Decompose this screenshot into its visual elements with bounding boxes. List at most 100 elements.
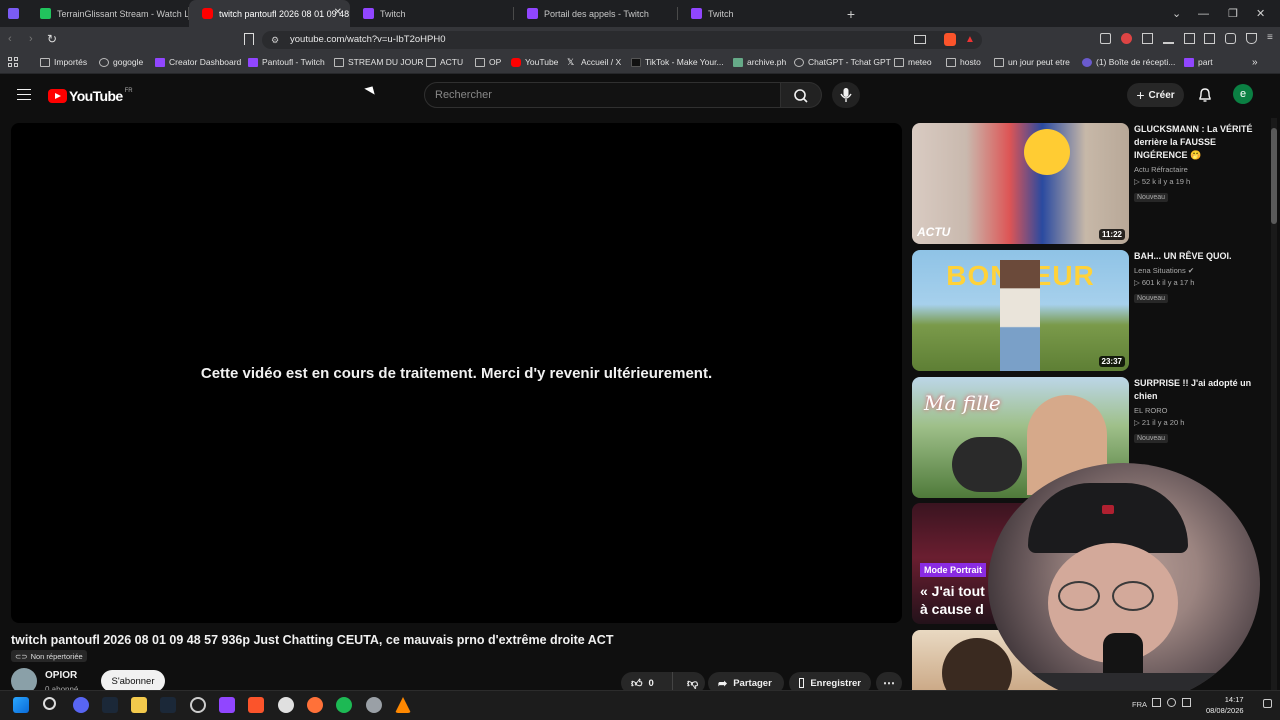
voice-search-button[interactable] bbox=[832, 82, 860, 108]
tab-search-chevron-icon[interactable]: ⌄ bbox=[1172, 0, 1188, 27]
recommendation-title: SURPRISE !! J'ai adopté un chien bbox=[1134, 378, 1252, 401]
leo-icon[interactable] bbox=[1225, 33, 1237, 44]
bookmark-item[interactable]: ChatGPT - Tchat GPT bbox=[794, 57, 891, 67]
tab-youtube-active[interactable]: twitch pantoufl 2026 08 01 09 48 ✕ bbox=[189, 0, 350, 27]
duration-badge: 11:22 bbox=[1098, 229, 1125, 240]
screen: { "browser": { "tabs": [ {"title": "Terr… bbox=[0, 0, 1280, 720]
bookmark-item[interactable]: part bbox=[1184, 57, 1213, 67]
bookmark-folder[interactable]: meteo bbox=[894, 57, 932, 67]
menu-icon[interactable]: ≡ bbox=[1267, 33, 1278, 44]
vpn-shield-icon[interactable] bbox=[1246, 33, 1258, 44]
tab-title: Portail des appels - Twitch bbox=[544, 8, 649, 19]
bookmark-item[interactable]: gogogle bbox=[99, 57, 143, 67]
bookmark-item[interactable]: Creator Dashboard bbox=[155, 57, 241, 67]
recommendation-meta[interactable]: GLUCKSMANN : La VÉRITÉ derrière la FAUSS… bbox=[1134, 123, 1258, 204]
firefox-icon[interactable] bbox=[307, 697, 323, 713]
video-player[interactable]: Cette vidéo est en cours de traitement. … bbox=[11, 123, 902, 623]
bookmark-folder[interactable]: un jour peut etre bbox=[994, 57, 1070, 67]
search-button[interactable] bbox=[781, 82, 822, 108]
display-icon[interactable] bbox=[1152, 698, 1161, 707]
twitch-icon bbox=[691, 8, 702, 19]
bookmark-folder[interactable]: ACTU bbox=[426, 57, 463, 67]
notifications-button[interactable] bbox=[1198, 87, 1212, 103]
folder-icon bbox=[40, 57, 50, 67]
twitch-taskbar-icon[interactable] bbox=[219, 697, 235, 713]
tab-title: TerrainGlissant Stream - Watch Live o bbox=[57, 8, 189, 19]
video-title: twitch pantoufl 2026 08 01 09 48 57 936p… bbox=[11, 633, 614, 647]
tab-twitch-2[interactable]: Twitch bbox=[678, 0, 841, 27]
brave-taskbar-icon[interactable] bbox=[248, 697, 264, 713]
youtube-play-icon bbox=[48, 89, 67, 103]
sidebar-icon[interactable] bbox=[1183, 33, 1195, 44]
wifi-icon[interactable] bbox=[1167, 698, 1176, 707]
bookmark-folder[interactable]: Importés bbox=[40, 57, 87, 67]
discord-icon[interactable] bbox=[73, 697, 89, 713]
bookmark-folder[interactable]: hosto bbox=[946, 57, 981, 67]
folder-icon bbox=[994, 57, 1004, 67]
volume-icon[interactable] bbox=[1182, 698, 1191, 707]
wallet-icon[interactable] bbox=[1204, 33, 1216, 44]
download-icon[interactable] bbox=[1162, 33, 1174, 44]
search-input[interactable]: Rechercher bbox=[424, 82, 781, 108]
recommendation-meta[interactable]: SURPRISE !! J'ai adopté un chien EL RORO… bbox=[1134, 377, 1258, 445]
recommendation-thumbnail[interactable]: ACTU 11:22 bbox=[912, 123, 1129, 244]
recommendation-thumbnail[interactable]: BONHEUR 23:37 bbox=[912, 250, 1129, 371]
recommendation-meta[interactable]: BAH... UN RÊVE QUOI. Lena Situations ✔ ▷… bbox=[1134, 250, 1258, 305]
bookmark-item[interactable]: TikTok - Make Your... bbox=[631, 57, 724, 67]
bookmark-folder[interactable]: STREAM DU JOUR bbox=[334, 57, 424, 67]
chrome-icon[interactable] bbox=[278, 697, 294, 713]
bookmark-item[interactable]: (1) Boîte de récepti... bbox=[1082, 57, 1175, 67]
hamburger-menu-icon[interactable] bbox=[17, 89, 31, 100]
create-button[interactable]: + Créer bbox=[1127, 83, 1184, 107]
site-info-icon[interactable]: ⚙ bbox=[271, 35, 279, 46]
tab-portail-appels[interactable]: Portail des appels - Twitch bbox=[514, 0, 678, 27]
bookmark-item[interactable]: Pantoufl - Twitch bbox=[248, 57, 325, 67]
minimize-button[interactable]: — bbox=[1198, 0, 1214, 27]
bookmark-item[interactable]: YouTube bbox=[511, 57, 558, 67]
dislike-button[interactable]: 👎︎ bbox=[679, 677, 698, 690]
maximize-button[interactable]: ❐ bbox=[1228, 0, 1244, 27]
bookmark-icon[interactable] bbox=[244, 33, 254, 45]
youtube-icon bbox=[511, 57, 521, 67]
page-scrollbar[interactable] bbox=[1271, 118, 1277, 690]
brave-shield-icon[interactable] bbox=[944, 33, 956, 46]
account-avatar[interactable]: e bbox=[1233, 84, 1253, 104]
extension-icon[interactable] bbox=[1100, 33, 1111, 44]
notification-center-icon[interactable] bbox=[1263, 699, 1272, 708]
close-tab-icon[interactable]: ✕ bbox=[334, 7, 342, 18]
system-clock[interactable]: 14:17 08/08/2026 bbox=[1206, 694, 1244, 716]
bookmark-item[interactable]: 𝕏 Accueil / X bbox=[567, 57, 621, 67]
brave-rewards-icon[interactable]: ▲ bbox=[965, 34, 975, 45]
more-bookmarks-icon[interactable]: » bbox=[1252, 57, 1258, 68]
forward-button[interactable]: › bbox=[29, 33, 33, 45]
channel-name[interactable]: OPIOR bbox=[45, 670, 77, 681]
tab-twitch-1[interactable]: Twitch bbox=[350, 0, 514, 27]
reload-button[interactable]: ↻ bbox=[47, 32, 57, 46]
steam-icon[interactable] bbox=[160, 697, 176, 713]
browser-menu-button[interactable] bbox=[0, 0, 27, 27]
settings-gear-icon[interactable] bbox=[366, 697, 382, 713]
windows-start-icon[interactable] bbox=[13, 697, 29, 713]
verified-icon: ✔ bbox=[1187, 266, 1195, 275]
apps-grid-icon[interactable] bbox=[8, 57, 18, 67]
bookmark-folder[interactable]: OP bbox=[475, 57, 501, 67]
bookmark-item[interactable]: archive.ph bbox=[733, 57, 786, 67]
steam-icon[interactable] bbox=[102, 697, 118, 713]
search-taskbar-icon[interactable] bbox=[43, 697, 56, 710]
keyboard-language[interactable]: FRA bbox=[1132, 700, 1147, 709]
tab-terrainglissant[interactable]: TerrainGlissant Stream - Watch Live o bbox=[27, 0, 189, 27]
puzzle-icon[interactable] bbox=[1141, 33, 1153, 44]
youtube-logo[interactable]: YouTube FR bbox=[48, 88, 133, 104]
file-explorer-icon[interactable] bbox=[131, 697, 147, 713]
spotify-icon[interactable] bbox=[336, 697, 352, 713]
new-tab-button[interactable]: + bbox=[841, 6, 861, 22]
back-button[interactable]: ‹ bbox=[8, 33, 12, 45]
obs-icon[interactable] bbox=[190, 697, 206, 713]
extension-icon[interactable] bbox=[1120, 33, 1132, 44]
subscribe-button[interactable]: S'abonner bbox=[101, 670, 165, 692]
close-window-button[interactable]: ✕ bbox=[1256, 0, 1272, 27]
cast-icon[interactable] bbox=[914, 35, 926, 44]
new-badge: Nouveau bbox=[1134, 193, 1169, 202]
region-code: FR bbox=[124, 88, 133, 94]
scrollbar-thumb[interactable] bbox=[1271, 128, 1277, 224]
